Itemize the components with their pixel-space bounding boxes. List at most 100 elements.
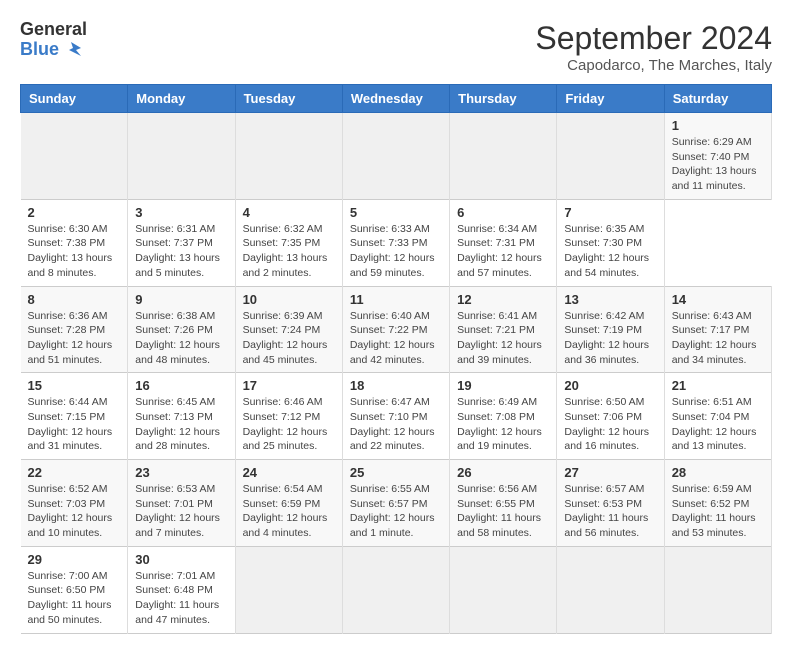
header-monday: Monday [128, 85, 235, 113]
day-number: 14 [672, 292, 764, 307]
calendar-cell: 27Sunrise: 6:57 AMSunset: 6:53 PMDayligh… [557, 460, 664, 547]
day-number: 26 [457, 465, 549, 480]
calendar-cell: 7 Sunrise: 6:35 AMSunset: 7:30 PMDaylight… [557, 199, 664, 286]
day-info: Sunrise: 6:57 AMSunset: 6:53 PMDaylight:… [564, 482, 656, 541]
day-number: 8 [28, 292, 121, 307]
day-info: Sunrise: 6:47 AMSunset: 7:10 PMDaylight:… [350, 395, 442, 454]
day-number: 4 [243, 205, 335, 220]
calendar-week-1: 1Sunrise: 6:29 AMSunset: 7:40 PMDaylight… [21, 113, 772, 200]
day-number: 9 [135, 292, 227, 307]
day-info: Sunrise: 6:54 AMSunset: 6:59 PMDaylight:… [243, 482, 335, 541]
logo-bird-icon [61, 40, 81, 60]
title-block: September 2024 Capodarco, The Marches, I… [535, 20, 772, 74]
calendar-cell: 10Sunrise: 6:39 AMSunset: 7:24 PMDayligh… [235, 286, 342, 373]
day-info: Sunrise: 6:33 AMSunset: 7:33 PMDaylight:… [350, 222, 442, 281]
calendar-cell: 4Sunrise: 6:32 AMSunset: 7:35 PMDaylight… [235, 199, 342, 286]
day-number: 5 [350, 205, 442, 220]
day-info: Sunrise: 6:31 AMSunset: 7:37 PMDaylight:… [135, 222, 227, 281]
calendar-cell: 30 Sunrise: 7:01 AMSunset: 6:48 PMDayligh… [128, 546, 235, 633]
calendar-week-2: 2 Sunrise: 6:30 AMSunset: 7:38 PMDaylight… [21, 199, 772, 286]
calendar-cell: 16Sunrise: 6:45 AMSunset: 7:13 PMDayligh… [128, 373, 235, 460]
logo-blue: Blue [20, 40, 87, 60]
day-number: 29 [28, 552, 121, 567]
header-wednesday: Wednesday [342, 85, 449, 113]
day-number: 23 [135, 465, 227, 480]
day-info: Sunrise: 6:29 AMSunset: 7:40 PMDaylight:… [672, 135, 764, 194]
calendar-cell [557, 113, 664, 200]
logo-general: General [20, 20, 87, 40]
day-info: Sunrise: 6:45 AMSunset: 7:13 PMDaylight:… [135, 395, 227, 454]
day-number: 17 [243, 378, 335, 393]
calendar-cell [235, 113, 342, 200]
logo-wordmark: General Blue [20, 20, 87, 60]
calendar-cell: 9 Sunrise: 6:38 AMSunset: 7:26 PMDaylight… [128, 286, 235, 373]
day-info: Sunrise: 7:00 AMSunset: 6:50 PMDaylight:… [28, 569, 121, 628]
calendar-cell: 19 Sunrise: 6:49 AMSunset: 7:08 PMDayligh… [450, 373, 557, 460]
header-friday: Friday [557, 85, 664, 113]
day-number: 15 [28, 378, 121, 393]
day-info: Sunrise: 6:44 AMSunset: 7:15 PMDaylight:… [28, 395, 121, 454]
calendar-cell [557, 546, 664, 633]
month-title: September 2024 [535, 20, 772, 57]
day-info: Sunrise: 6:35 AMSunset: 7:30 PMDaylight:… [564, 222, 656, 281]
calendar-cell: 24 Sunrise: 6:54 AMSunset: 6:59 PMDayligh… [235, 460, 342, 547]
calendar-cell: 26Sunrise: 6:56 AMSunset: 6:55 PMDayligh… [450, 460, 557, 547]
day-number: 30 [135, 552, 227, 567]
day-info: Sunrise: 6:46 AMSunset: 7:12 PMDaylight:… [243, 395, 335, 454]
calendar-cell: 18 Sunrise: 6:47 AMSunset: 7:10 PMDayligh… [342, 373, 449, 460]
day-info: Sunrise: 7:01 AMSunset: 6:48 PMDaylight:… [135, 569, 227, 628]
day-number: 28 [672, 465, 764, 480]
day-number: 10 [243, 292, 335, 307]
day-info: Sunrise: 6:52 AMSunset: 7:03 PMDaylight:… [28, 482, 121, 541]
calendar-cell: 1Sunrise: 6:29 AMSunset: 7:40 PMDaylight… [664, 113, 771, 200]
day-number: 2 [28, 205, 121, 220]
calendar-cell: 13 Sunrise: 6:42 AMSunset: 7:19 PMDayligh… [557, 286, 664, 373]
day-info: Sunrise: 6:38 AMSunset: 7:26 PMDaylight:… [135, 309, 227, 368]
calendar-cell: 28 Sunrise: 6:59 AMSunset: 6:52 PMDayligh… [664, 460, 771, 547]
calendar-cell: 12 Sunrise: 6:41 AMSunset: 7:21 PMDayligh… [450, 286, 557, 373]
calendar-cell [342, 546, 449, 633]
calendar-cell [664, 546, 771, 633]
day-info: Sunrise: 6:59 AMSunset: 6:52 PMDaylight:… [672, 482, 764, 541]
day-number: 3 [135, 205, 227, 220]
day-info: Sunrise: 6:51 AMSunset: 7:04 PMDaylight:… [672, 395, 764, 454]
calendar-header: SundayMondayTuesdayWednesdayThursdayFrid… [21, 85, 772, 113]
header-saturday: Saturday [664, 85, 771, 113]
calendar-cell: 23 Sunrise: 6:53 AMSunset: 7:01 PMDayligh… [128, 460, 235, 547]
day-info: Sunrise: 6:43 AMSunset: 7:17 PMDaylight:… [672, 309, 764, 368]
day-number: 13 [564, 292, 656, 307]
calendar-cell: 2 Sunrise: 6:30 AMSunset: 7:38 PMDaylight… [21, 199, 128, 286]
calendar-cell [235, 546, 342, 633]
day-info: Sunrise: 6:30 AMSunset: 7:38 PMDaylight:… [28, 222, 121, 281]
calendar-cell: 22Sunrise: 6:52 AMSunset: 7:03 PMDayligh… [21, 460, 128, 547]
calendar-cell: 20Sunrise: 6:50 AMSunset: 7:06 PMDayligh… [557, 373, 664, 460]
day-info: Sunrise: 6:41 AMSunset: 7:21 PMDaylight:… [457, 309, 549, 368]
day-number: 25 [350, 465, 442, 480]
day-number: 7 [564, 205, 656, 220]
day-info: Sunrise: 6:49 AMSunset: 7:08 PMDaylight:… [457, 395, 549, 454]
day-number: 11 [350, 292, 442, 307]
day-info: Sunrise: 6:53 AMSunset: 7:01 PMDaylight:… [135, 482, 227, 541]
calendar-cell: 8 Sunrise: 6:36 AMSunset: 7:28 PMDaylight… [21, 286, 128, 373]
calendar-cell [342, 113, 449, 200]
calendar-cell [450, 546, 557, 633]
day-number: 19 [457, 378, 549, 393]
calendar-cell: 25Sunrise: 6:55 AMSunset: 6:57 PMDayligh… [342, 460, 449, 547]
calendar-cell: 3 Sunrise: 6:31 AMSunset: 7:37 PMDaylight… [128, 199, 235, 286]
day-info: Sunrise: 6:42 AMSunset: 7:19 PMDaylight:… [564, 309, 656, 368]
day-number: 20 [564, 378, 656, 393]
day-number: 12 [457, 292, 549, 307]
header-sunday: Sunday [21, 85, 128, 113]
day-number: 18 [350, 378, 442, 393]
calendar-week-6: 29 Sunrise: 7:00 AMSunset: 6:50 PMDayligh… [21, 546, 772, 633]
day-info: Sunrise: 6:36 AMSunset: 7:28 PMDaylight:… [28, 309, 121, 368]
calendar-cell: 6Sunrise: 6:34 AMSunset: 7:31 PMDaylight… [450, 199, 557, 286]
day-number: 24 [243, 465, 335, 480]
calendar-cell [128, 113, 235, 200]
calendar-cell: 17 Sunrise: 6:46 AMSunset: 7:12 PMDayligh… [235, 373, 342, 460]
day-info: Sunrise: 6:40 AMSunset: 7:22 PMDaylight:… [350, 309, 442, 368]
page-header: General Blue September 2024 Capodarco, T… [20, 20, 772, 74]
location: Capodarco, The Marches, Italy [535, 57, 772, 74]
calendar-table: SundayMondayTuesdayWednesdayThursdayFrid… [20, 84, 772, 634]
day-number: 6 [457, 205, 549, 220]
